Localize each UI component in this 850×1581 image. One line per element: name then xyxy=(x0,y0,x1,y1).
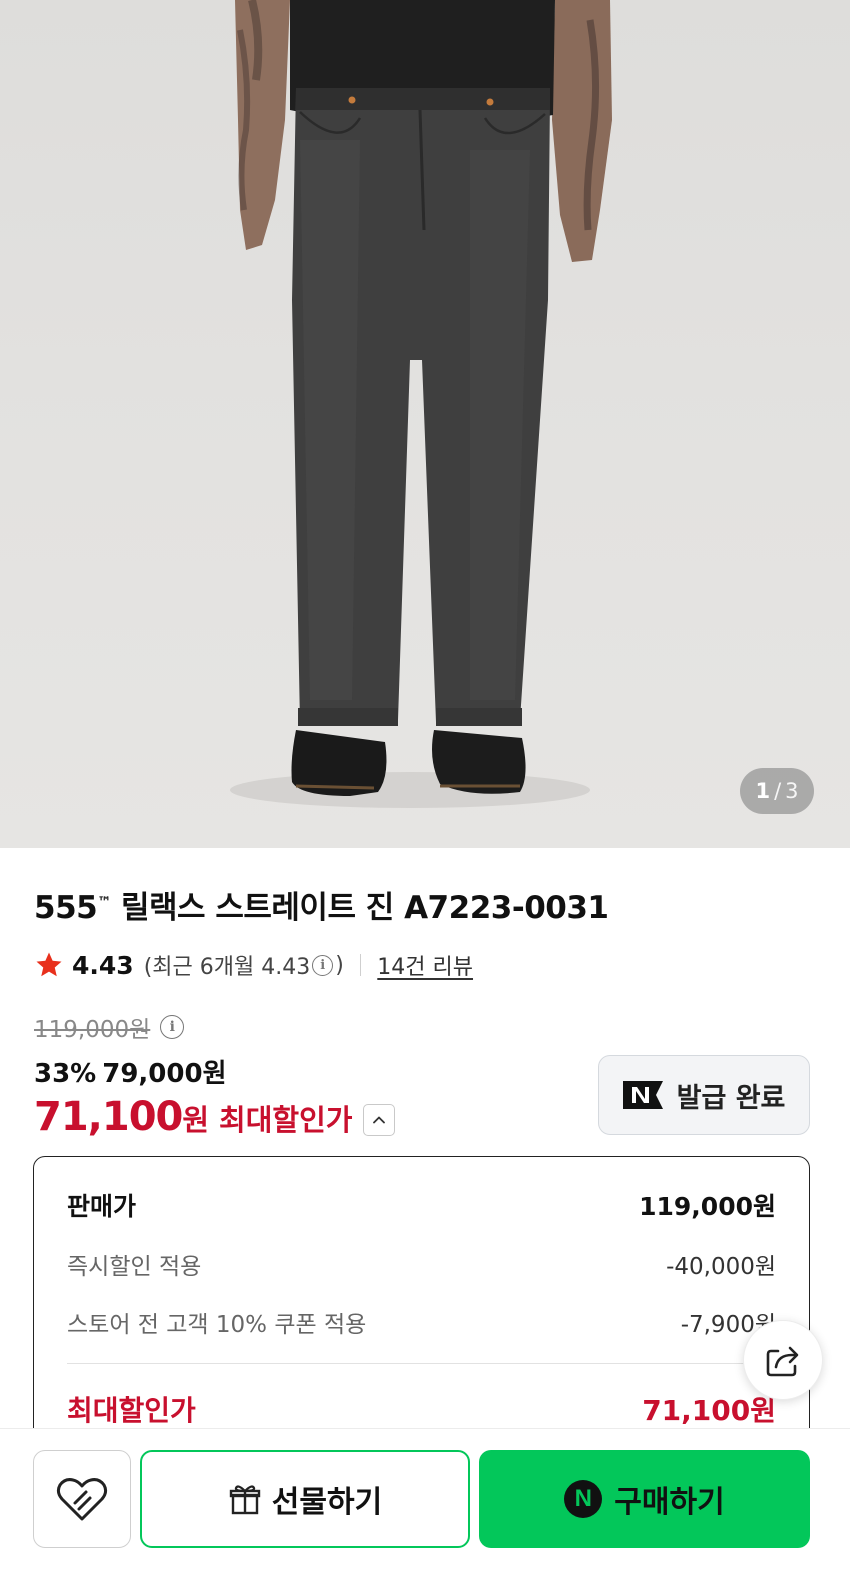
recent-rating: (최근 6개월 4.43 i ) xyxy=(144,949,344,981)
sale-price-row: 33% 79,000원 xyxy=(34,1053,227,1090)
title-model: 555 xyxy=(34,890,98,926)
max-discount-won: 원 xyxy=(182,1103,210,1137)
gift-button-label: 선물하기 xyxy=(271,1485,383,1520)
breakdown-label: 즉시할인 적용 xyxy=(67,1254,202,1280)
coupon-issued-button[interactable]: 발급 완료 xyxy=(598,1055,810,1135)
reviews-link[interactable]: 14건 리뷰 xyxy=(377,949,473,981)
pager-separator: / xyxy=(774,779,782,803)
rating-row: 4.43 (최근 6개월 4.43 i ) 14건 리뷰 xyxy=(34,948,473,982)
star-icon xyxy=(36,952,62,977)
gift-button[interactable]: 선물하기 xyxy=(140,1450,470,1548)
info-icon[interactable]: i xyxy=(312,954,334,976)
share-icon xyxy=(766,1346,799,1377)
gift-icon xyxy=(229,1485,260,1515)
naver-pay-icon: N xyxy=(564,1480,603,1518)
product-title: 555™ 릴랙스 스트레이트 진 A7223-0031 xyxy=(34,882,609,927)
price-info-icon[interactable]: i xyxy=(160,1015,185,1039)
discount-percent: 33% xyxy=(34,1059,97,1089)
original-price: 119,000원 xyxy=(34,1017,151,1043)
max-discount-amount: 71,100 xyxy=(34,1094,183,1140)
product-photo xyxy=(230,0,612,808)
breakdown-label: 스토어 전 고객 10% 쿠폰 적용 xyxy=(67,1312,367,1338)
recent-rating-close: ) xyxy=(335,952,344,978)
pager-current: 1 xyxy=(755,779,771,803)
breakdown-value: 119,000원 xyxy=(639,1192,776,1221)
naver-n-icon xyxy=(622,1081,663,1109)
breakdown-total-label: 최대할인가 xyxy=(67,1394,196,1427)
rating-score: 4.43 xyxy=(72,950,134,980)
original-price-row: 119,000원 i xyxy=(34,1010,186,1044)
breakdown-row-list-price: 판매가 119,000원 xyxy=(67,1187,776,1223)
heart-icon xyxy=(56,1478,108,1521)
breakdown-total-value: 71,100원 xyxy=(642,1394,776,1427)
coupon-label: 발급 완료 xyxy=(676,1082,786,1114)
breakdown-row-total: 최대할인가 71,100원 xyxy=(67,1389,776,1429)
max-discount-label: 최대할인가 xyxy=(219,1103,353,1137)
collapse-breakdown-button[interactable] xyxy=(363,1104,395,1136)
buy-button-label: 구매하기 xyxy=(614,1485,725,1520)
divider xyxy=(359,954,362,976)
share-button[interactable] xyxy=(743,1320,823,1400)
bottom-action-bar: 선물하기 N 구매하기 xyxy=(0,1428,850,1581)
buy-button[interactable]: N 구매하기 xyxy=(479,1450,810,1548)
title-rest: 릴랙스 스트레이트 진 A7223-0031 xyxy=(110,890,609,926)
wishlist-button[interactable] xyxy=(33,1450,131,1548)
title-trademark: ™ xyxy=(97,894,111,911)
breakdown-row-instant-discount: 즉시할인 적용 -40,000원 xyxy=(67,1247,776,1281)
sale-price: 79,000원 xyxy=(102,1059,227,1089)
pager-total: 3 xyxy=(785,779,799,803)
recent-rating-label: (최근 6개월 4.43 xyxy=(143,955,311,980)
price-breakdown: 판매가 119,000원 즉시할인 적용 -40,000원 스토어 전 고객 1… xyxy=(33,1156,810,1456)
max-discount-row: 71,100 원 최대할인가 xyxy=(34,1094,352,1140)
product-image[interactable]: 1 / 3 xyxy=(0,0,850,848)
breakdown-label: 판매가 xyxy=(67,1192,137,1221)
chevron-up-icon xyxy=(373,1116,385,1124)
image-pager: 1 / 3 xyxy=(740,768,814,814)
breakdown-value: -40,000원 xyxy=(666,1254,776,1280)
breakdown-row-coupon: 스토어 전 고객 10% 쿠폰 적용 -7,900원 xyxy=(67,1305,776,1339)
breakdown-divider xyxy=(67,1363,776,1364)
